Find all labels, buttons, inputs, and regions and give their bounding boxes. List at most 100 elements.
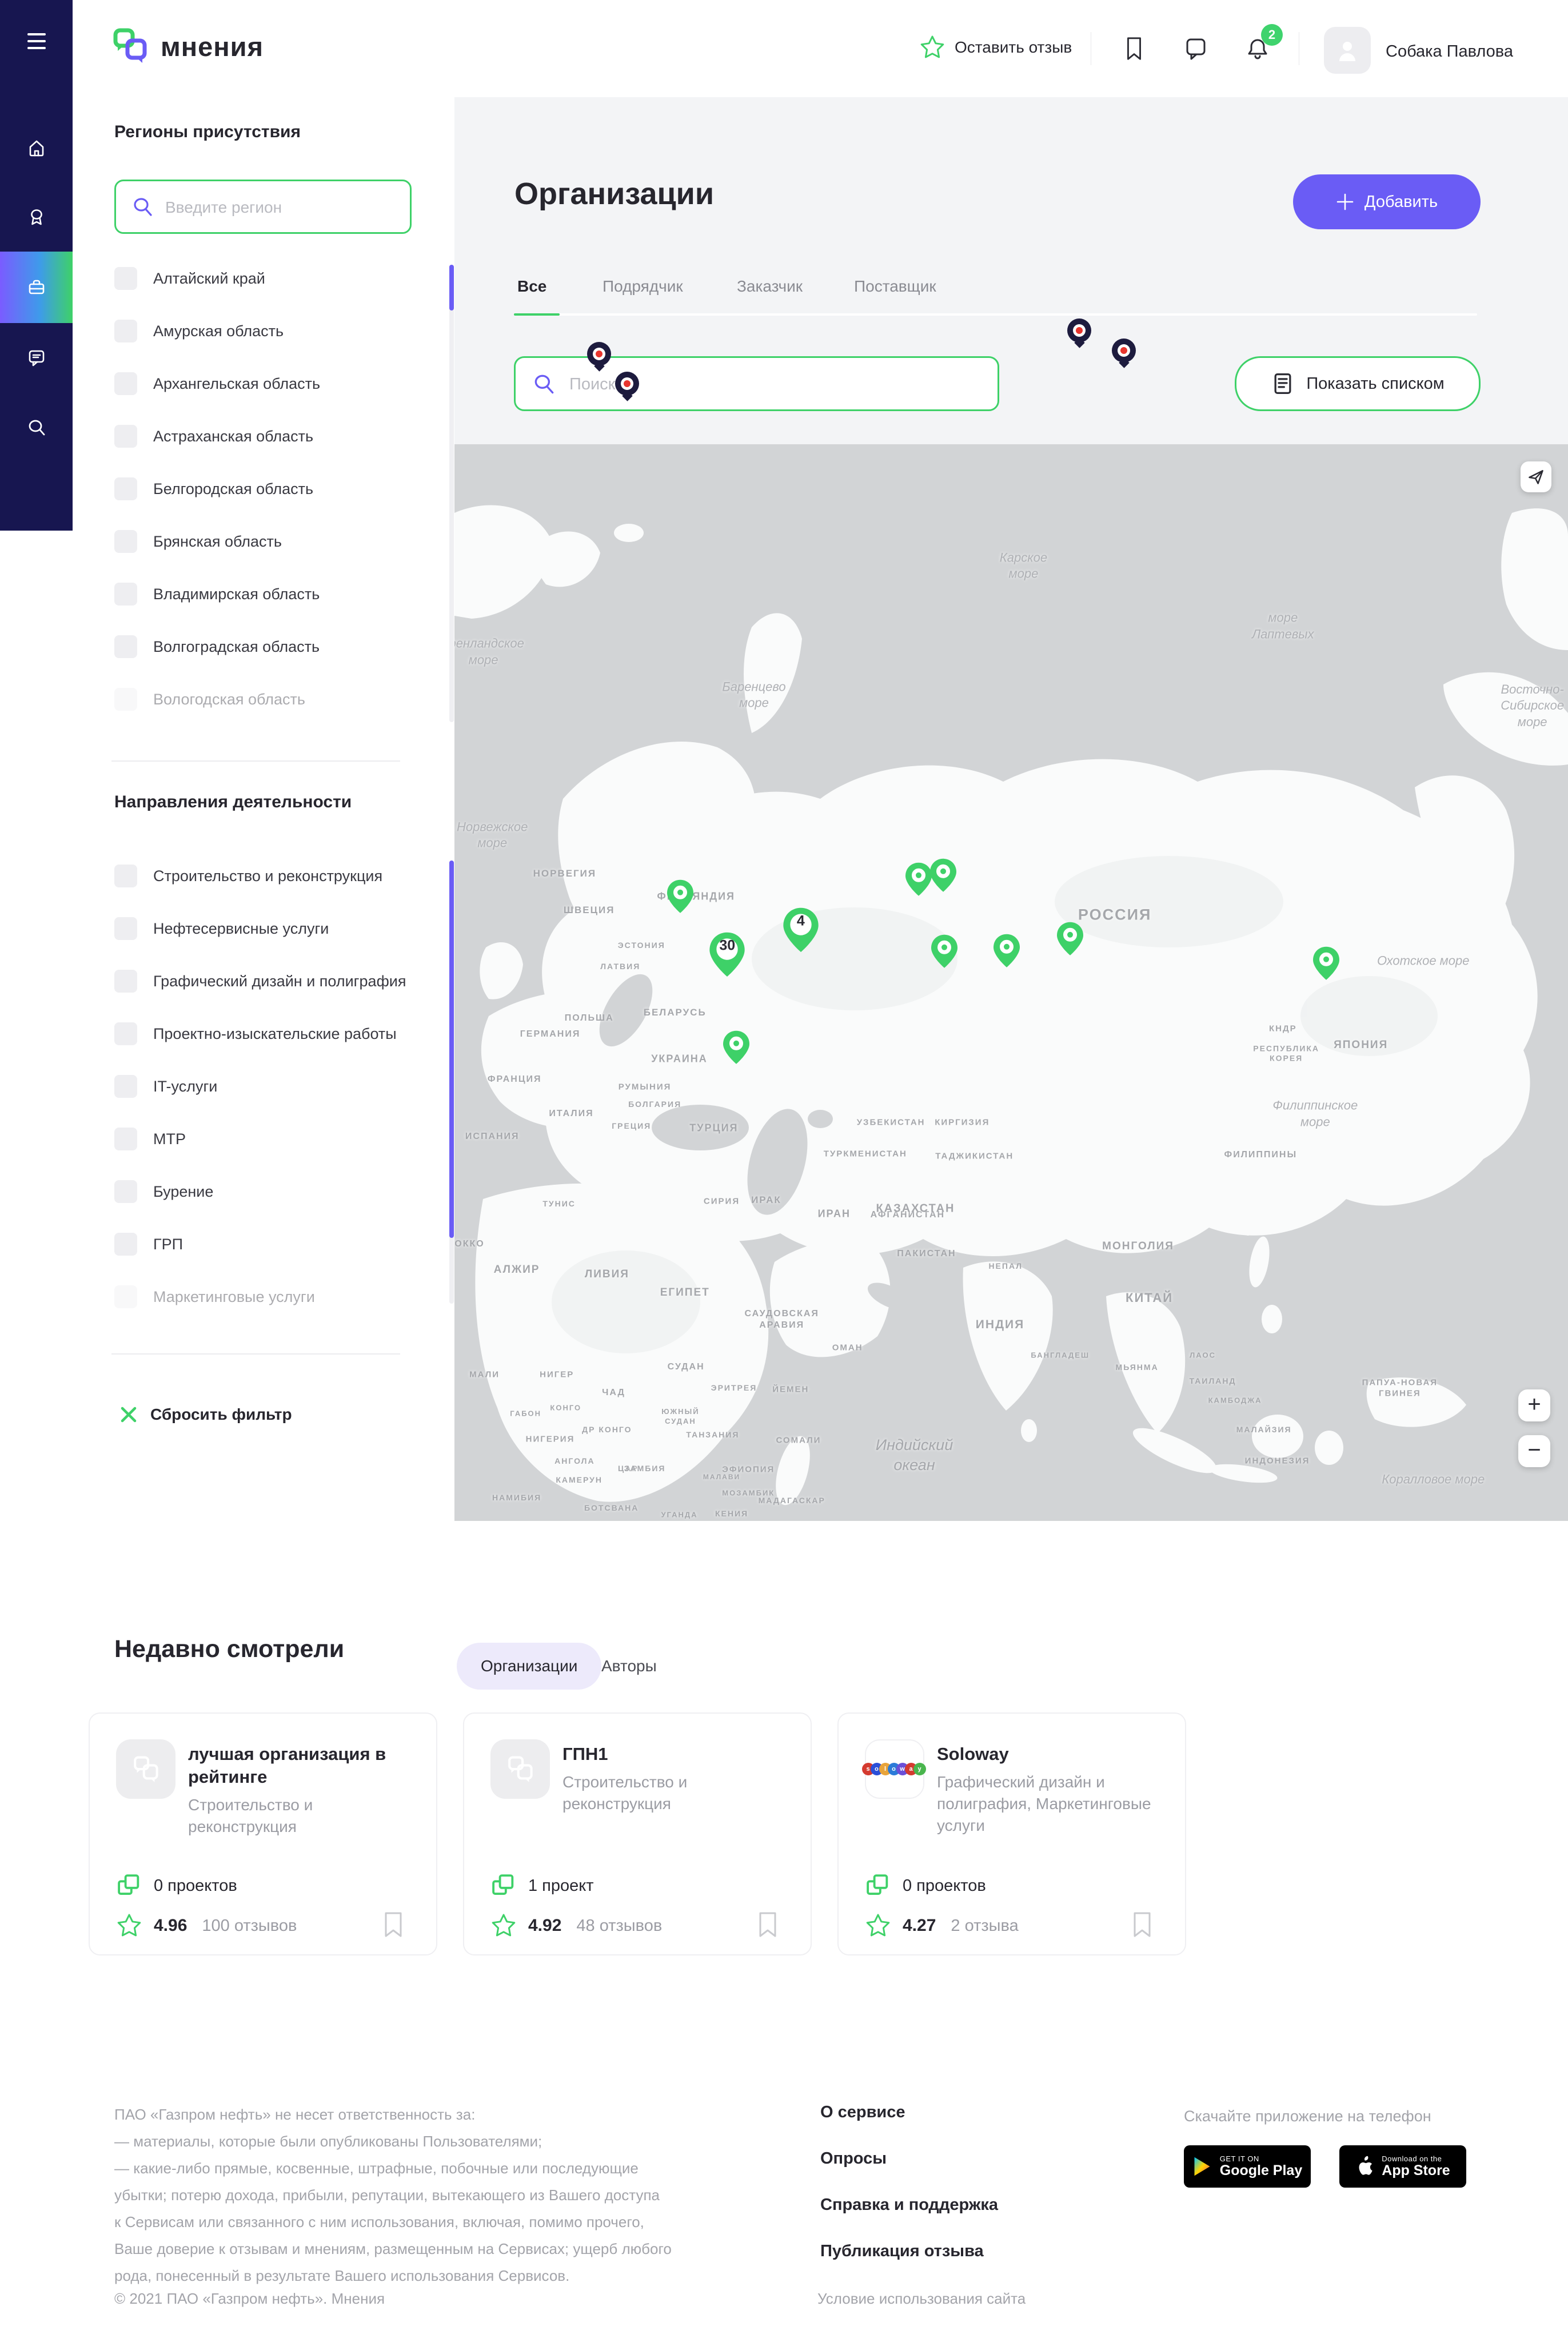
activities-scrollbar-thumb[interactable] [449,861,454,1238]
bookmarks-button[interactable] [1122,35,1147,62]
region-option-1[interactable]: Алтайский край [114,266,423,291]
app-store-badge[interactable]: Download on the App Store [1339,2145,1466,2188]
map-pin[interactable] [993,933,1020,967]
checkbox-icon[interactable] [114,530,137,553]
region-option-2[interactable]: Амурская область [114,318,423,344]
rating-row: 4.96 100 отзывов [116,1913,297,1939]
pin-icon [993,933,1020,967]
leave-review-button[interactable]: Оставить отзыв [919,34,1072,61]
rating-value: 4.27 [903,1916,936,1935]
locate-button[interactable] [1521,461,1551,492]
footer-link-2[interactable]: Опросы [820,2149,998,2168]
map-pin[interactable] [929,858,957,893]
tab-supplier[interactable]: Поставщик [854,277,936,296]
checkbox-icon[interactable] [114,1128,137,1150]
checkbox-icon[interactable] [114,583,137,606]
checkbox-icon[interactable] [114,688,137,711]
region-option-9[interactable]: Вологодская область [114,687,423,712]
add-organization-button[interactable]: Добавить [1293,174,1481,229]
pin-icon [905,862,932,897]
checkbox-icon[interactable] [114,865,137,887]
checkbox-icon[interactable] [114,635,137,658]
footer-link-4[interactable]: Публикация отзыва [820,2242,998,2261]
footer-link-3[interactable]: Справка и поддержка [820,2196,998,2214]
map-pin[interactable] [905,862,932,897]
map[interactable]: Гренландское мореКарское мореморе Лаптев… [454,444,1568,1521]
sidebar-item-feedback[interactable] [0,324,73,391]
activity-option-2[interactable]: Нефтесервисные услуги [114,916,423,941]
map-pin[interactable] [667,879,694,914]
activity-option-9[interactable]: Маркетинговые услуги [114,1284,423,1309]
list-icon [1271,372,1295,396]
target-pin[interactable] [1111,338,1136,371]
activity-option-1[interactable]: Строительство и реконструкция [114,863,423,889]
map-pin[interactable] [1312,946,1340,981]
messages-button[interactable] [1183,35,1208,62]
region-option-4[interactable]: Астраханская область [114,424,423,449]
region-search-input[interactable] [164,181,401,233]
organization-card[interactable]: soloway Soloway Графический дизайн и пол… [837,1712,1186,1955]
avatar[interactable] [1324,27,1371,74]
activity-option-4[interactable]: Проектно-изыскательские работы [114,1021,423,1046]
target-pin[interactable] [615,372,640,404]
bookmark-button[interactable] [1131,1911,1153,1938]
reset-filter-button[interactable]: Сбросить фильтр [119,1405,292,1424]
checkbox-icon[interactable] [114,917,137,940]
organization-card[interactable]: лучшая организация в рейтинге Строительс… [89,1712,437,1955]
checkbox-icon[interactable] [114,970,137,993]
footer-link-1[interactable]: О сервисе [820,2103,998,2122]
checkbox-icon[interactable] [114,1022,137,1045]
bookmark-button[interactable] [382,1911,404,1938]
checkbox-icon[interactable] [114,320,137,342]
organization-card[interactable]: ГПН1 Строительство и реконструкция 1 про… [463,1712,812,1955]
activity-option-3[interactable]: Графический дизайн и полиграфия [114,969,423,994]
checkbox-icon[interactable] [114,1180,137,1203]
zoom-in-button[interactable]: + [1518,1389,1550,1421]
checkbox-icon[interactable] [114,425,137,448]
pin-icon [723,1030,750,1065]
terms-link[interactable]: Условие использования сайта [817,2290,1026,2308]
activity-option-6[interactable]: МТР [114,1126,423,1152]
nav-rail [0,0,73,531]
tab-customer[interactable]: Заказчик [737,277,803,296]
user-name[interactable]: Собака Павлова [1386,42,1513,61]
sidebar-item-search[interactable] [0,395,73,461]
chip-authors[interactable]: Авторы [577,1643,681,1690]
region-option-7[interactable]: Владимирская область [114,581,423,607]
bookmark-button[interactable] [757,1911,779,1938]
award-icon [26,207,47,228]
checkbox-icon[interactable] [114,1285,137,1308]
activity-option-7[interactable]: Бурение [114,1179,423,1204]
sidebar-item-home[interactable] [0,115,73,182]
menu-hamburger-icon[interactable] [0,33,73,49]
checkbox-icon[interactable] [114,267,137,290]
bubbles-icon [130,1754,161,1785]
map-cluster-pin[interactable]: 30 [709,931,745,977]
sidebar-item-organizations[interactable] [0,252,73,323]
map-pin[interactable] [931,934,958,969]
tab-contractor[interactable]: Подрядчик [603,277,683,296]
map-pin[interactable] [1056,922,1084,956]
app-logo[interactable]: мнения [111,27,264,65]
target-pin[interactable] [586,342,612,374]
region-option-8[interactable]: Волгоградская область [114,634,423,659]
map-pin[interactable] [723,1030,750,1065]
google-play-badge[interactable]: GET IT ON Google Play [1184,2145,1311,2188]
checkbox-icon[interactable] [114,477,137,500]
checkbox-icon[interactable] [114,1233,137,1256]
map-cluster-pin[interactable]: 4 [783,907,819,953]
sidebar-item-rating[interactable] [0,184,73,250]
checkbox-icon[interactable] [114,372,137,395]
activity-option-5[interactable]: IT-услуги [114,1074,423,1099]
region-option-3[interactable]: Архангельская область [114,371,423,396]
region-option-5[interactable]: Белгородская область [114,476,423,501]
region-option-6[interactable]: Брянская область [114,529,423,554]
show-as-list-button[interactable]: Показать списком [1235,356,1481,411]
tab-all[interactable]: Все [517,277,546,296]
target-pin[interactable] [1067,318,1092,350]
activity-option-8[interactable]: ГРП [114,1232,423,1257]
zoom-out-button[interactable]: − [1518,1435,1550,1467]
checkbox-icon[interactable] [114,1075,137,1098]
regions-scrollbar-thumb[interactable] [449,265,454,310]
pin-icon [931,934,958,969]
